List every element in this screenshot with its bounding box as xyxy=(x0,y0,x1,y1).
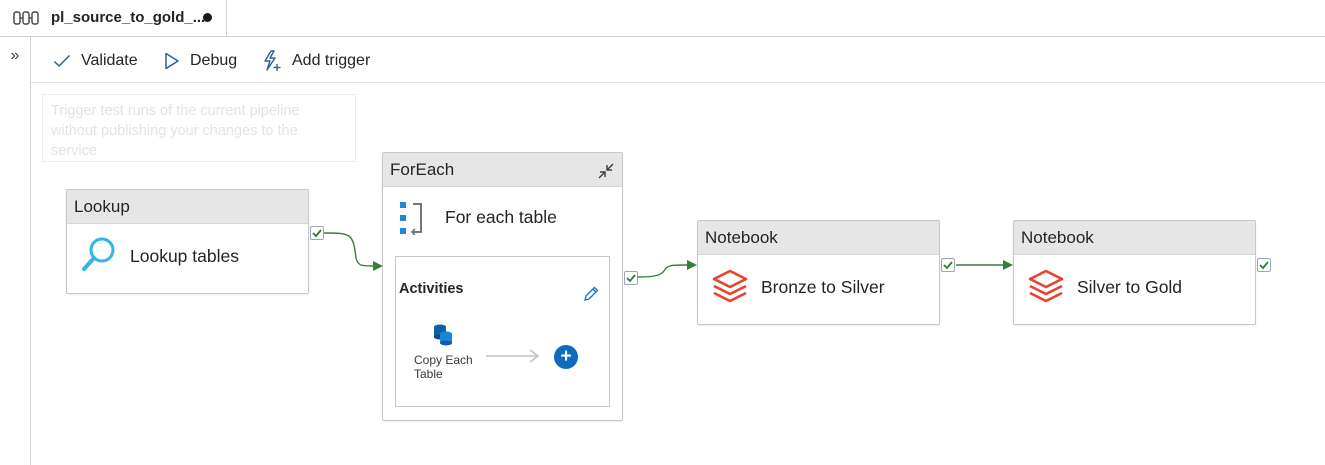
activity-name: Silver to Gold xyxy=(1077,277,1183,297)
tab-bar: pl_source_to_gold_... xyxy=(0,0,1325,37)
activity-lookup[interactable]: Lookup Lookup tables xyxy=(66,189,309,294)
activity-name: Bronze to Silver xyxy=(761,277,885,297)
add-trigger-label: Add trigger xyxy=(292,52,371,69)
checkmark-icon xyxy=(53,54,71,68)
tab-pipeline[interactable]: pl_source_to_gold_... xyxy=(0,0,227,36)
success-output-foreach[interactable] xyxy=(624,271,638,285)
add-trigger-button[interactable]: Add trigger xyxy=(262,49,370,73)
inner-activities-title: Activities xyxy=(399,281,464,297)
validate-label: Validate xyxy=(81,52,138,69)
activity-name: Lookup tables xyxy=(130,246,239,266)
lookup-icon xyxy=(80,235,120,280)
pipeline-canvas[interactable]: Lookup Lookup tables ForEach For each ta… xyxy=(31,83,1325,465)
activity-notebook-bronze-to-silver[interactable]: Notebook Bronze to Silver xyxy=(697,220,940,325)
databricks-icon xyxy=(711,268,749,311)
success-output-notebook2[interactable] xyxy=(1257,258,1271,272)
check-icon xyxy=(312,229,322,238)
inner-activities-container[interactable]: Activities Copy Each Table + xyxy=(395,256,610,407)
foreach-icon xyxy=(399,201,427,240)
expand-panel-button[interactable]: » xyxy=(5,47,25,67)
activity-type-label: Notebook xyxy=(1014,221,1255,255)
inner-activity-label-line2: Table xyxy=(414,367,443,381)
check-icon xyxy=(943,261,953,270)
check-icon xyxy=(626,274,636,283)
arrow-right-icon xyxy=(486,349,540,363)
validate-button[interactable]: Validate xyxy=(53,49,138,73)
activity-notebook-silver-to-gold[interactable]: Notebook Silver to Gold xyxy=(1013,220,1256,325)
inner-activity-copy[interactable]: Copy Each Table xyxy=(414,353,473,381)
collapse-icon[interactable] xyxy=(596,161,616,186)
pipeline-toolbar: Validate Debug Add trigger xyxy=(31,37,1325,83)
left-rail: » xyxy=(0,37,31,465)
debug-button[interactable]: Debug xyxy=(164,49,237,73)
pipeline-icon xyxy=(13,10,39,26)
success-output-notebook1[interactable] xyxy=(941,258,955,272)
debug-label: Debug xyxy=(190,52,238,69)
copy-data-icon[interactable] xyxy=(432,323,454,352)
activity-type-label: ForEach xyxy=(383,153,622,187)
activity-type-label: Lookup xyxy=(67,190,308,224)
inner-activity-label-line1: Copy Each xyxy=(414,353,473,367)
lightning-icon xyxy=(264,50,281,71)
unsaved-indicator xyxy=(203,13,212,22)
connector-lookup-foreach xyxy=(323,232,376,267)
activity-foreach[interactable]: ForEach For each table Activities Copy E… xyxy=(382,152,623,421)
edit-icon[interactable] xyxy=(582,285,600,308)
activity-name: For each table xyxy=(445,207,557,227)
success-output-lookup[interactable] xyxy=(310,226,324,240)
check-icon xyxy=(1259,261,1269,270)
connector-foreach-notebook1 xyxy=(637,264,688,278)
activity-type-label: Notebook xyxy=(698,221,939,255)
tab-title: pl_source_to_gold_... xyxy=(51,9,206,26)
add-activity-button[interactable]: + xyxy=(554,345,578,369)
play-icon xyxy=(165,52,179,70)
databricks-icon xyxy=(1027,268,1065,311)
